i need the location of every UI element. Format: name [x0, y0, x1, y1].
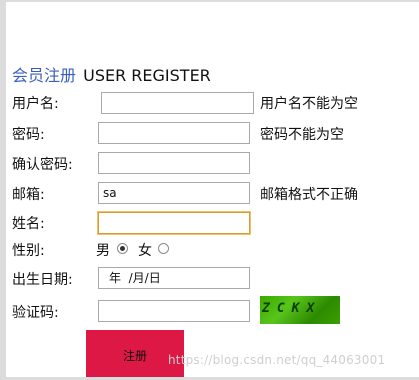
- email-input[interactable]: [98, 182, 250, 204]
- username-error: 用户名不能为空: [260, 96, 358, 112]
- gender-male-label: 男: [96, 243, 110, 259]
- captcha-input[interactable]: [98, 300, 250, 322]
- gender-female-radio[interactable]: [158, 243, 169, 254]
- captcha-label: 验证码:: [12, 305, 59, 321]
- email-label: 邮箱:: [12, 187, 45, 203]
- gender-female-label: 女: [138, 243, 152, 259]
- page-title-en: USER REGISTER: [83, 66, 211, 85]
- watermark-text: https://blog.csdn.net/qq_44063001: [168, 353, 386, 367]
- gender-label: 性别:: [12, 243, 45, 259]
- confirm-password-label: 确认密码:: [12, 157, 73, 173]
- gender-male-radio[interactable]: [117, 243, 128, 254]
- window-left-border: [0, 0, 6, 380]
- name-input[interactable]: [98, 212, 250, 234]
- name-label: 姓名:: [12, 216, 45, 232]
- confirm-password-input[interactable]: [98, 152, 250, 174]
- birthdate-label: 出生日期:: [12, 272, 73, 288]
- captcha-image-text: ZCKX: [262, 301, 322, 316]
- username-input[interactable]: [101, 92, 254, 114]
- email-error: 邮箱格式不正确: [260, 187, 358, 203]
- password-label: 密码:: [12, 127, 45, 143]
- password-input[interactable]: [98, 122, 250, 144]
- window-top-border: [6, 0, 419, 2]
- username-label: 用户名:: [12, 96, 59, 112]
- captcha-image[interactable]: ZCKX: [260, 296, 340, 324]
- password-error: 密码不能为空: [260, 127, 344, 143]
- page-title-cn: 会员注册: [12, 66, 77, 85]
- birthdate-input[interactable]: 年 /月/日: [98, 267, 250, 289]
- page-title: 会员注册 USER REGISTER: [12, 62, 211, 86]
